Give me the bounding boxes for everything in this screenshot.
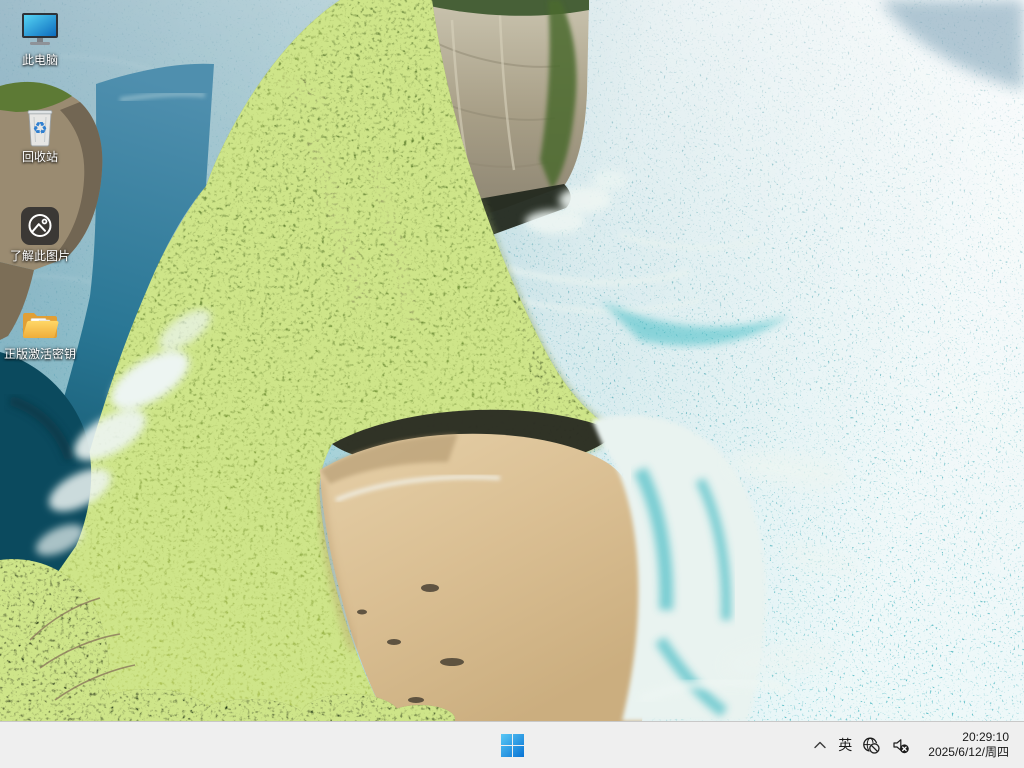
chevron-up-icon: [814, 741, 826, 749]
desktop-icon-label: 了解此图片: [9, 249, 70, 263]
start-button[interactable]: [492, 725, 532, 765]
volume-button[interactable]: [886, 725, 915, 765]
desktop-icon-label: 正版激活密钥: [3, 347, 76, 361]
tray-show-hidden-icons-button[interactable]: [807, 725, 833, 765]
desktop: 此电脑 ♻ 回收站 了解此图片 正版激活密钥: [0, 0, 1024, 721]
desktop-icon-recycle-bin[interactable]: ♻ 回收站: [1, 105, 79, 164]
clock-time: 20:29:10: [962, 730, 1009, 744]
clock-date: 2025/6/12/周四: [928, 745, 1009, 759]
globe-no-internet-icon: [863, 737, 881, 754]
recycle-bin-icon: ♻: [27, 110, 53, 147]
this-pc-icon: [22, 13, 58, 45]
ime-indicator-button[interactable]: 英: [833, 725, 857, 765]
wallpaper-kelingking-beach: [0, 0, 1024, 721]
clock[interactable]: 20:29:10 2025/6/12/周四: [923, 725, 1014, 765]
spotlight-image-icon: [21, 207, 59, 245]
desktop-icon-label: 回收站: [21, 150, 58, 164]
windows-logo-icon: [500, 733, 524, 757]
desktop-icon-label: 此电脑: [21, 53, 58, 67]
system-tray: 英 20:29:10 2025/6/12/周四: [807, 722, 1014, 768]
taskbar: 英 20:29:10 2025/6/12/周四: [0, 721, 1024, 768]
desktop-icon-activation-key-folder[interactable]: 正版激活密钥: [1, 302, 79, 361]
desktop-icon-learn-about-this-picture[interactable]: 了解此图片: [1, 204, 79, 263]
network-button[interactable]: [857, 725, 886, 765]
folder-icon: [22, 313, 59, 338]
desktop-icon-this-pc[interactable]: 此电脑: [1, 8, 79, 67]
speaker-muted-icon: [893, 738, 910, 753]
svg-text:♻: ♻: [32, 119, 47, 139]
